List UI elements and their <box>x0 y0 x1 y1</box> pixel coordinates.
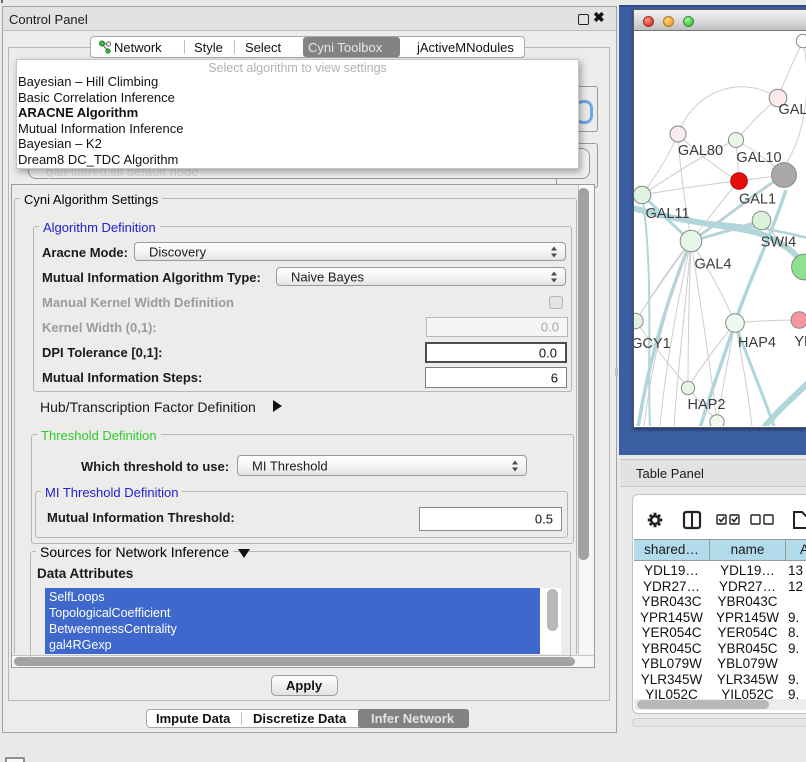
svg-text:YP: YP <box>794 334 806 350</box>
svg-text:GAL11: GAL11 <box>645 206 689 222</box>
svg-text:GAL1: GAL1 <box>739 192 776 208</box>
svg-text:HAP4: HAP4 <box>738 335 776 351</box>
svg-text:HAP2: HAP2 <box>688 397 726 413</box>
svg-text:GCY1: GCY1 <box>634 336 671 352</box>
svg-text:GAL10: GAL10 <box>736 150 781 166</box>
svg-text:GAL7: GAL7 <box>778 102 806 118</box>
svg-text:SWI4: SWI4 <box>761 235 796 251</box>
svg-text:GAL80: GAL80 <box>678 143 723 159</box>
svg-text:GAL4: GAL4 <box>694 257 731 273</box>
